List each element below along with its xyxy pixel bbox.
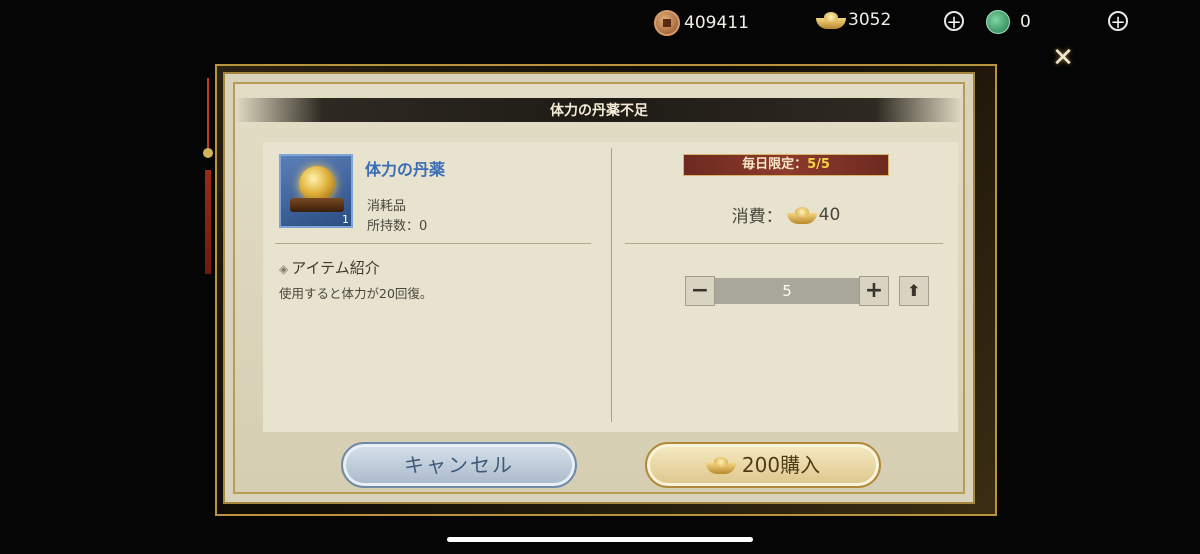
cost-value: 40 (818, 204, 841, 225)
quantity-stepper: − 5 + ⬆ (685, 276, 929, 306)
home-indicator[interactable] (447, 537, 753, 542)
gold-ingot-value: 3052 (848, 10, 892, 30)
quantity-value[interactable]: 5 (715, 278, 859, 304)
daily-limit-value: 5/5 (807, 157, 830, 172)
daily-limit-label: 毎日限定： (742, 157, 808, 172)
item-description: 使用すると体力が20回復。 (279, 286, 433, 301)
cost-row: 消費： 40 (683, 202, 889, 228)
buy-button[interactable]: 200購入 (645, 442, 881, 488)
increase-button[interactable]: + (859, 276, 889, 306)
column-divider (611, 148, 612, 422)
item-type: 消耗品 (367, 199, 407, 214)
elixir-orb-icon (299, 166, 335, 202)
dialog-title: 体力の丹薬不足 (550, 103, 648, 119)
cancel-button[interactable]: キャンセル (341, 442, 577, 488)
diamond-icon: ◈ (279, 262, 289, 276)
buy-label: 200購入 (741, 453, 821, 477)
copper-coin-counter: 409411 (654, 10, 749, 36)
gold-ingot-icon (786, 206, 817, 224)
copper-coin-value: 409411 (684, 13, 749, 33)
purchase-dialog: 体力の丹薬不足 1 体力の丹薬 消耗品 所持数：0 ◈ アイテム紹介 使用すると体… (223, 72, 975, 504)
add-gold-button[interactable]: + (944, 11, 964, 32)
jade-icon (986, 10, 1010, 34)
add-jade-button[interactable]: + (1108, 11, 1128, 32)
tassel-decoration (203, 78, 213, 278)
gold-ingot-icon (816, 11, 846, 29)
cancel-label: キャンセル (404, 453, 514, 477)
gold-ingot-icon (705, 456, 736, 474)
jade-counter: 0 (986, 10, 1031, 34)
item-count-badge: 1 (342, 213, 349, 226)
item-owned-count: 所持数：0 (367, 219, 428, 234)
close-icon[interactable]: ✕ (1051, 45, 1075, 71)
item-intro-heading: ◈ アイテム紹介 (279, 257, 380, 278)
item-name: 体力の丹薬 (365, 160, 446, 179)
left-divider (275, 243, 591, 244)
decrease-button[interactable]: − (685, 276, 715, 306)
max-quantity-button[interactable]: ⬆ (899, 276, 929, 306)
cost-label: 消費： (731, 207, 783, 227)
item-icon[interactable]: 1 (279, 154, 353, 228)
right-divider (625, 243, 943, 244)
jade-value: 0 (1020, 12, 1031, 32)
copper-coin-icon (654, 10, 680, 36)
daily-limit-banner: 毎日限定：5/5 (683, 154, 889, 176)
item-intro-label: アイテム紹介 (291, 259, 380, 277)
resource-bar: 409411 3052 + 0 + (0, 6, 1200, 40)
gold-ingot-counter: 3052 (816, 10, 891, 30)
